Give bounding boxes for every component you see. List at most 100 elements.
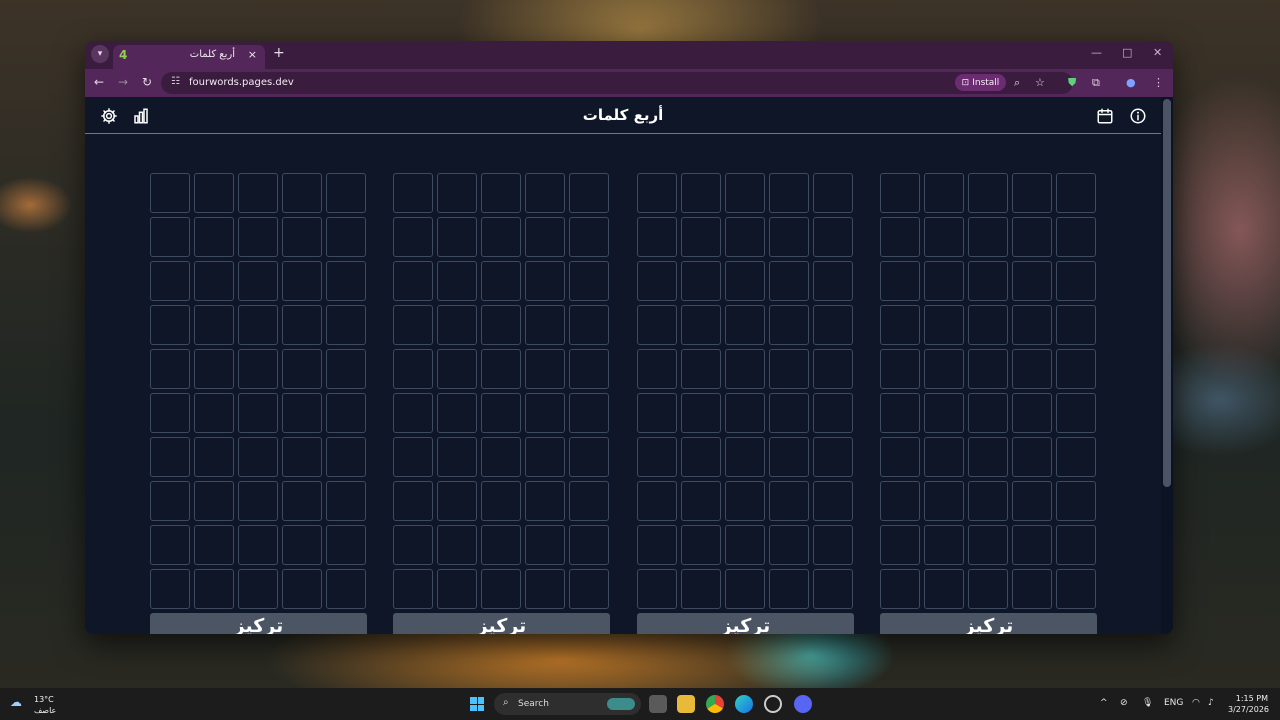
forward-icon[interactable]: → (118, 75, 128, 89)
letter-cell (150, 569, 190, 609)
letter-cell (1012, 569, 1052, 609)
letter-cell (968, 173, 1008, 213)
letter-cell (725, 173, 765, 213)
tab-search-icon[interactable]: ▾ (91, 45, 109, 63)
letter-cell (437, 261, 477, 301)
letter-cell (813, 217, 853, 257)
letter-cell (1056, 305, 1096, 345)
letter-cell (569, 349, 609, 389)
zoom-icon[interactable]: ⌕ (1014, 76, 1020, 90)
profile-avatar-icon[interactable]: ● (1126, 76, 1136, 89)
file-explorer-icon[interactable] (677, 695, 695, 713)
chrome-icon[interactable] (706, 695, 724, 713)
scrollbar-thumb[interactable] (1163, 99, 1171, 487)
search-highlight-icon (607, 698, 635, 710)
clock[interactable]: 1:15 PM 3/27/2026 (1228, 693, 1269, 715)
microphone-icon[interactable]: 🎙 (1142, 698, 1153, 708)
calendar-icon[interactable] (1096, 107, 1114, 125)
letter-cell (481, 525, 521, 565)
letter-cell (1056, 173, 1096, 213)
letter-cell (437, 305, 477, 345)
letter-cell (282, 305, 322, 345)
discord-icon[interactable] (794, 695, 812, 713)
close-window-icon[interactable]: ✕ (1153, 46, 1162, 59)
minimize-icon[interactable]: — (1091, 46, 1102, 59)
letter-cell (968, 305, 1008, 345)
new-tab-button[interactable]: + (273, 45, 285, 61)
letter-cell (525, 525, 565, 565)
letter-cell (880, 349, 920, 389)
tab-title: أربع كلمات (189, 49, 235, 60)
install-button[interactable]: ⊡ Install (955, 74, 1006, 91)
letter-cell (481, 305, 521, 345)
letter-cell (194, 525, 234, 565)
bookmark-star-icon[interactable]: ☆ (1035, 76, 1045, 89)
letter-cell (525, 393, 565, 433)
shield-extension-icon[interactable]: ⛊ (1068, 76, 1076, 90)
taskbar: ☁ 13°C عاصف ⌕ Search ^ ⊘ 🎙 ENG ◠ ♪ 1:15 … (0, 688, 1280, 720)
tab-close-icon[interactable]: × (248, 48, 257, 61)
taskbar-search[interactable]: ⌕ Search (494, 693, 641, 715)
letter-cell (924, 349, 964, 389)
back-icon[interactable]: ← (94, 75, 104, 89)
letter-cell (1012, 349, 1052, 389)
focus-button-4[interactable]: تركيز (880, 613, 1097, 634)
letter-cell (769, 481, 809, 521)
tab-fourwords[interactable]: 4 أربع كلمات × (113, 45, 265, 69)
letter-cell (968, 481, 1008, 521)
install-label: Install (972, 77, 1000, 88)
menu-icon[interactable]: ⋮ (1153, 76, 1164, 89)
letter-cell (1012, 481, 1052, 521)
focus-button-3[interactable]: تركيز (637, 613, 854, 634)
letter-cell (968, 569, 1008, 609)
letter-cell (525, 349, 565, 389)
weather-temperature: 13°C (34, 695, 54, 704)
browser-window: ▾ 4 أربع كلمات × + — □ ✕ ← → ↻ ☷ fourwor… (85, 41, 1173, 634)
scrollbar[interactable] (1161, 97, 1173, 634)
address-bar[interactable]: ☷ fourwords.pages.dev (161, 72, 1073, 94)
focus-button-2[interactable]: تركيز (393, 613, 610, 634)
letter-cell (1012, 261, 1052, 301)
letter-cell (813, 481, 853, 521)
focus-button-1[interactable]: تركيز (150, 613, 367, 634)
letter-cell (569, 217, 609, 257)
letter-cell (238, 437, 278, 477)
letter-cell (924, 525, 964, 565)
clock-time: 1:15 PM (1235, 694, 1268, 703)
letter-cell (326, 569, 366, 609)
reload-icon[interactable]: ↻ (142, 75, 152, 89)
windows-start-icon[interactable] (470, 697, 484, 711)
letter-cell (393, 173, 433, 213)
volume-icon[interactable]: ♪ (1208, 698, 1214, 708)
letter-cell (481, 569, 521, 609)
app-notification-icon[interactable] (764, 695, 782, 713)
maximize-icon[interactable]: □ (1122, 46, 1132, 59)
word-board-1 (150, 173, 367, 609)
letter-cell (282, 173, 322, 213)
network-off-icon[interactable]: ⊘ (1120, 698, 1128, 708)
letter-cell (194, 437, 234, 477)
letter-cell (282, 437, 322, 477)
letter-cell (813, 305, 853, 345)
task-view-icon[interactable] (649, 695, 667, 713)
letter-cell (282, 261, 322, 301)
letter-cell (393, 217, 433, 257)
letter-cell (1012, 393, 1052, 433)
letter-cell (238, 525, 278, 565)
wifi-icon[interactable]: ◠ (1192, 698, 1200, 708)
letter-cell (968, 261, 1008, 301)
letter-cell (282, 393, 322, 433)
extensions-icon[interactable]: ⧉ (1092, 76, 1100, 90)
edge-icon[interactable] (735, 695, 753, 713)
letter-cell (437, 393, 477, 433)
site-info-icon[interactable]: ☷ (171, 76, 180, 87)
letter-cell (437, 349, 477, 389)
language-indicator[interactable]: ENG (1164, 698, 1183, 708)
tray-chevron-icon[interactable]: ^ (1100, 698, 1108, 708)
letter-cell (813, 437, 853, 477)
info-icon[interactable] (1129, 107, 1147, 125)
letter-cell (326, 261, 366, 301)
letter-cell (1012, 173, 1052, 213)
letter-cell (681, 393, 721, 433)
letter-cell (813, 393, 853, 433)
